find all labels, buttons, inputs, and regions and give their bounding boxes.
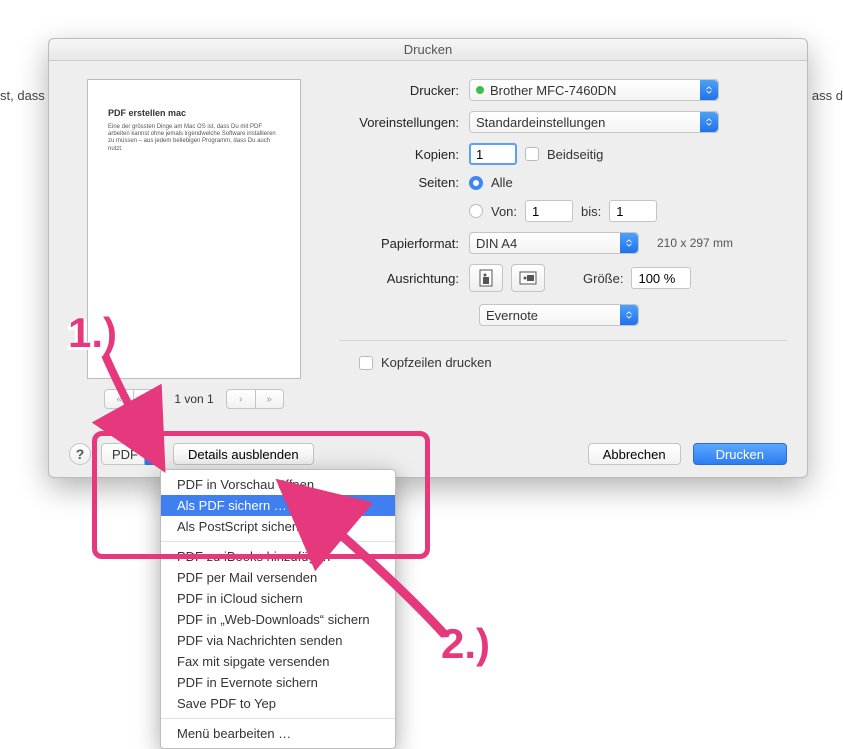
pages-to-input[interactable] [609,200,657,222]
pager-last-button[interactable]: » [255,390,283,408]
label-to: bis: [581,204,601,219]
label-preset: Voreinstellungen: [339,115,469,130]
menu-web-downloads[interactable]: PDF in „Web-Downloads“ sichern [161,609,395,630]
preview-pager: « ‹ 1 von 1 › » [69,389,319,409]
label-twosided: Beidseitig [547,147,603,162]
label-from: Von: [491,204,517,219]
print-button[interactable]: Drucken [693,443,787,465]
copies-input[interactable] [469,143,517,165]
menu-save-as-postscript[interactable]: Als PostScript sichern [161,516,395,537]
preview-doc-title: PDF erstellen mac [108,108,280,118]
menu-save-as-pdf[interactable]: Als PDF sichern … [161,495,395,516]
print-dialog: Drucken PDF erstellen mac Eine der gröss… [48,38,808,478]
label-pages-all: Alle [491,175,513,190]
app-options-select[interactable]: Evernote [479,304,639,326]
menu-pdf-preview[interactable]: PDF in Vorschau öffnen [161,474,395,495]
annotation-callout-2: 2.) [441,620,490,668]
details-toggle-button[interactable]: Details ausblenden [173,443,314,465]
preset-select[interactable]: Standardeinstellungen [469,111,719,133]
pager-next-button[interactable]: › [227,390,255,408]
annotation-callout-1: 1.) [68,309,117,357]
paper-select[interactable]: DIN A4 [469,232,639,254]
label-print-headers: Kopfzeilen drucken [381,355,492,370]
printer-value: Brother MFC-7460DN [490,83,616,98]
menu-add-to-ibooks[interactable]: PDF zu iBooks hinzufügen [161,546,395,567]
printer-status-icon [476,86,484,94]
label-printer: Drucker: [339,83,469,98]
dialog-title: Drucken [49,39,807,61]
background-text-right: ass d [812,88,843,103]
pdf-menu-label: PDF [112,447,138,462]
orientation-portrait-button[interactable] [469,264,503,292]
menu-yep[interactable]: Save PDF to Yep [161,693,395,714]
cancel-button[interactable]: Abbrechen [588,443,681,465]
printer-select[interactable]: Brother MFC-7460DN [469,79,719,101]
label-paper: Papierformat: [339,236,469,251]
orientation-landscape-button[interactable] [511,264,545,292]
preview-doc-text: Eine der grössten Dinge am Mac OS ist, d… [108,124,280,153]
background-text-left: st, dass [0,88,45,103]
twosided-checkbox[interactable] [525,147,539,161]
label-size: Größe: [583,271,623,286]
menu-icloud[interactable]: PDF in iCloud sichern [161,588,395,609]
pager-prev-button[interactable]: ‹ [133,390,161,408]
print-headers-checkbox[interactable] [359,356,373,370]
menu-edit[interactable]: Menü bearbeiten … [161,723,395,744]
pager-label: 1 von 1 [174,392,213,406]
paper-dimensions: 210 x 297 mm [657,236,733,250]
label-orient: Ausrichtung: [339,271,469,286]
pages-all-radio[interactable] [469,176,483,190]
menu-send-mail[interactable]: PDF per Mail versenden [161,567,395,588]
pager-first-button[interactable]: « [105,390,133,408]
pdf-menu-button[interactable]: PDF [101,443,163,465]
scale-input[interactable] [631,267,691,289]
menu-messages[interactable]: PDF via Nachrichten senden [161,630,395,651]
pages-range-radio[interactable] [469,204,483,218]
print-preview: PDF erstellen mac Eine der grössten Ding… [87,79,301,379]
help-button[interactable]: ? [69,443,91,465]
app-options-value: Evernote [486,308,538,323]
preset-value: Standardeinstellungen [476,115,605,130]
pdf-dropdown-menu: PDF in Vorschau öffnen Als PDF sichern …… [160,469,396,749]
label-pages: Seiten: [339,175,469,190]
menu-sipgate-fax[interactable]: Fax mit sipgate versenden [161,651,395,672]
chevron-down-icon [144,443,162,465]
menu-evernote[interactable]: PDF in Evernote sichern [161,672,395,693]
paper-value: DIN A4 [476,236,517,251]
pages-from-input[interactable] [525,200,573,222]
label-copies: Kopien: [339,147,469,162]
